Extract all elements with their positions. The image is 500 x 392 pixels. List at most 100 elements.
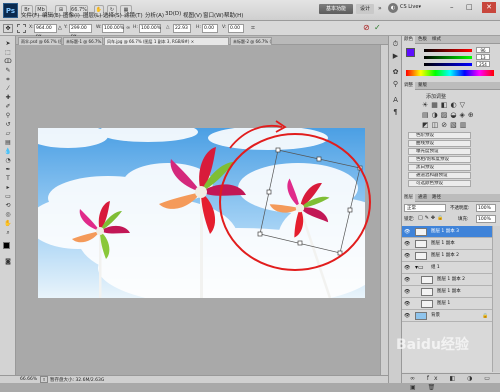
layer-row[interactable]: 👁 图层 1 副本	[402, 238, 492, 250]
marquee-tool-icon[interactable]: ⬚	[2, 49, 14, 57]
zoom-tool-icon[interactable]: ⌕	[2, 229, 14, 237]
brush-tool-icon[interactable]: ✐	[2, 103, 14, 111]
tab-document-active[interactable]: 风车.jpg @ 66.7% (图层 1 副本 3, RGB/8#) ×	[104, 37, 229, 45]
3d-camera-icon[interactable]: ◎	[2, 211, 14, 219]
layer-row[interactable]: 👁 图层 1 副本 2	[402, 250, 492, 262]
menu-window[interactable]: 窗口(W)	[203, 11, 224, 19]
eye-icon[interactable]: 👁	[404, 277, 410, 283]
workspace-design-button[interactable]: 设计	[356, 4, 374, 14]
tab-paths[interactable]: 路径	[430, 194, 443, 202]
red-slider[interactable]	[424, 49, 472, 52]
blur-tool-icon[interactable]: 💧	[2, 148, 14, 156]
eye-icon[interactable]: 👁	[404, 253, 410, 259]
red-value[interactable]: 96	[476, 47, 490, 53]
menu-layer[interactable]: 图层(L)	[83, 11, 101, 19]
gradient-tool-icon[interactable]: ▤	[2, 139, 14, 147]
preset-black-white[interactable]: 黑白预设	[408, 164, 471, 171]
paragraph-icon[interactable]: ¶	[391, 108, 400, 117]
move-tool-icon[interactable]: ➤	[2, 40, 14, 48]
eye-icon[interactable]: 👁	[404, 265, 410, 271]
brush-presets-icon[interactable]: ✿	[391, 68, 400, 77]
y-field[interactable]: 299.00 px	[69, 24, 92, 39]
shape-tool-icon[interactable]: ▭	[2, 193, 14, 201]
lasso-tool-icon[interactable]: ↀ	[2, 58, 14, 66]
actions-icon[interactable]: ▶	[391, 52, 400, 61]
warp-icon[interactable]: ⌗	[251, 24, 255, 33]
layer-row-selected[interactable]: 👁 图层 1 副本 3	[402, 226, 492, 238]
menu-edit[interactable]: 编辑(E)	[42, 11, 61, 19]
pen-tool-icon[interactable]: ✒	[2, 166, 14, 174]
eye-icon[interactable]: 👁	[404, 289, 410, 295]
tab-styles[interactable]: 样式	[430, 36, 443, 44]
tab-swatches[interactable]: 色板	[416, 36, 429, 44]
crop-tool-icon[interactable]: ⌗	[2, 76, 14, 84]
width-field[interactable]: 100.00%	[102, 24, 124, 33]
tab-layers[interactable]: 图层	[402, 194, 415, 202]
menu-image[interactable]: 图像(I)	[63, 11, 80, 19]
tab-color[interactable]: 颜色	[402, 36, 415, 44]
color-spectrum-bar[interactable]	[406, 70, 494, 76]
preset-hue-saturation[interactable]: 色相/饱和度预设	[408, 156, 471, 163]
green-value[interactable]: 13	[476, 54, 490, 60]
menu-help[interactable]: 帮助(H)	[224, 11, 243, 19]
blue-slider[interactable]	[424, 63, 472, 66]
menu-file[interactable]: 文件(F)	[21, 11, 39, 19]
reference-point-icon[interactable]	[17, 24, 26, 33]
cslive-button[interactable]: CS Live▾	[400, 4, 421, 10]
commit-transform-icon[interactable]: ✓	[374, 23, 381, 32]
delta-icon[interactable]: △	[58, 25, 62, 31]
preset-selective-color[interactable]: 可选颜色预设	[408, 180, 471, 187]
menu-analysis[interactable]: 分析(A)	[145, 11, 164, 19]
menu-filter[interactable]: 滤镜(T)	[124, 11, 143, 19]
eyedropper-icon[interactable]: ⁄	[2, 85, 14, 93]
vskew-field[interactable]: 0.00	[228, 24, 244, 33]
layer-actions-bar[interactable]: ∞ fx ◧ ◑ ▭ ▣ 🗑	[402, 373, 500, 391]
path-select-icon[interactable]: ▸	[2, 184, 14, 192]
3d-rotate-icon[interactable]: ⟲	[2, 202, 14, 210]
green-slider[interactable]	[424, 56, 472, 59]
tab-channels[interactable]: 通道	[416, 194, 429, 202]
menu-3d[interactable]: 3D(D)	[165, 11, 181, 17]
layer-row[interactable]: 👁 图层 1	[402, 298, 492, 310]
quick-mask-icon[interactable]: ◙	[2, 258, 14, 266]
minimize-icon[interactable]: –	[450, 3, 454, 11]
menu-select[interactable]: 选择(S)	[103, 11, 122, 19]
preset-levels[interactable]: 色阶预设	[408, 132, 471, 139]
transform-tool-icon[interactable]: ✥	[3, 24, 13, 33]
eye-icon[interactable]: 👁	[404, 241, 410, 247]
tab-document-4[interactable]: 未标题-2 @ 66.7% (...	[230, 37, 272, 45]
character-icon[interactable]: A	[391, 96, 400, 105]
blue-value[interactable]: 254	[476, 61, 490, 67]
history-icon[interactable]: ⏱	[391, 40, 400, 49]
eye-icon[interactable]: 👁	[404, 229, 410, 235]
workspace-essentials-button[interactable]: 基本功能	[319, 4, 353, 14]
eye-icon[interactable]: 👁	[404, 301, 410, 307]
adjustment-icons-row-1[interactable]: ☀▦◧◐▽	[422, 101, 468, 109]
healing-brush-icon[interactable]: ✚	[2, 94, 14, 102]
tab-masks[interactable]: 蒙版	[416, 82, 429, 90]
clone-stamp-icon[interactable]: ⚲	[2, 112, 14, 120]
layer-row[interactable]: 👁 图层 1 副本	[402, 286, 492, 298]
eye-icon[interactable]: 👁	[404, 313, 410, 319]
layer-row[interactable]: 👁 图层 1 副本 2	[402, 274, 492, 286]
eraser-tool-icon[interactable]: ▱	[2, 130, 14, 138]
link-icon[interactable]: ∞	[126, 25, 130, 31]
lock-icons[interactable]: □✎✥🔒	[418, 215, 445, 221]
history-brush-icon[interactable]: ↺	[2, 121, 14, 129]
preset-exposure[interactable]: 曝光度预设	[408, 148, 471, 155]
type-tool-icon[interactable]: T	[2, 175, 14, 183]
menu-view[interactable]: 视图(V)	[183, 11, 202, 19]
adjustment-icons-row-3[interactable]: ◩◫⊘▧▥	[422, 121, 469, 129]
hskew-field[interactable]: 0.00	[202, 24, 218, 33]
tab-document-2[interactable]: 未标题-1 @ 66.7%...	[63, 37, 103, 45]
blend-mode-select[interactable]: 正常	[404, 204, 446, 212]
adjustment-icons-row-2[interactable]: ▤◑▨◒◈⊕	[422, 111, 477, 119]
tab-adjustments[interactable]: 调整	[402, 82, 415, 90]
preset-curves[interactable]: 曲线预设	[408, 140, 471, 147]
layer-group-row[interactable]: 👁 ▾▭ 组 1	[402, 262, 492, 274]
foreground-color-chip[interactable]	[406, 48, 415, 57]
chevron-right-icon[interactable]: »	[378, 5, 382, 12]
angle-field[interactable]: 22.93	[173, 24, 191, 33]
cancel-transform-icon[interactable]: ⊘	[363, 23, 370, 32]
hand-tool-icon[interactable]: ✋	[2, 220, 14, 228]
